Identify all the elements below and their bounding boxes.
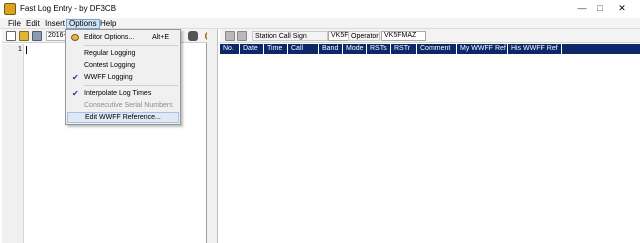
menu-item-interpolate-log-times[interactable]: ✔ Interpolate Log Times <box>67 88 179 99</box>
editor-options-icon <box>71 34 79 41</box>
column-header-call[interactable]: Call <box>288 44 319 54</box>
close-button[interactable]: ✕ <box>611 2 633 14</box>
menu-item-editor-options[interactable]: Editor Options... Alt+E <box>67 32 179 43</box>
app-icon <box>4 3 16 15</box>
log-table-header: No. Date Time Call Band Mode RSTs RSTr C… <box>220 44 640 54</box>
options-dropdown-menu: Editor Options... Alt+E Regular Logging … <box>65 29 181 125</box>
line-number: 1 <box>18 46 22 53</box>
check-icon: ✔ <box>72 73 79 82</box>
interpolate-log-times-label: Interpolate Log Times <box>84 90 152 97</box>
menu-insert[interactable]: Insert <box>43 19 67 29</box>
column-header-rstr[interactable]: RSTr <box>391 44 417 54</box>
station-call-sign-label: Station Call Sign <box>252 31 328 41</box>
regular-logging-label: Regular Logging <box>84 50 136 57</box>
operator-input[interactable]: VK5FMAZ <box>381 31 426 41</box>
column-header-time[interactable]: Time <box>264 44 288 54</box>
column-header-his-wwff-ref[interactable]: His WWFF Ref <box>508 44 562 54</box>
menu-item-edit-wwff-reference[interactable]: Edit WWFF Reference... <box>67 112 179 123</box>
text-cursor <box>26 46 27 54</box>
wwff-logging-label: WWFF Logging <box>84 74 133 81</box>
column-header-date[interactable]: Date <box>240 44 264 54</box>
editor-options-label: Editor Options... <box>84 34 135 41</box>
new-file-icon[interactable] <box>6 31 16 41</box>
column-header-mode[interactable]: Mode <box>343 44 367 54</box>
column-header-band[interactable]: Band <box>319 44 343 54</box>
menu-item-wwff-logging[interactable]: ✔ WWFF Logging <box>67 72 179 83</box>
contest-logging-label: Contest Logging <box>84 62 135 69</box>
menu-bar: File Edit Insert Options Help <box>0 18 640 29</box>
binoculars-icon[interactable] <box>188 31 198 41</box>
log-pane: Station Call Sign VK5FMAZ Operator VK5FM… <box>220 29 640 243</box>
window-title: Fast Log Entry - by DF3CB <box>20 4 117 13</box>
column-header-rsts[interactable]: RSTs <box>367 44 391 54</box>
check-icon: ✔ <box>72 89 79 98</box>
save-log-icon[interactable] <box>237 31 247 41</box>
consecutive-serial-numbers-label: Consecutive Serial Numbers <box>84 102 173 109</box>
menu-edit[interactable]: Edit <box>24 19 42 29</box>
menu-help[interactable]: Help <box>98 19 118 29</box>
log-toolbar: Station Call Sign VK5FMAZ Operator VK5FM… <box>220 29 640 43</box>
menu-item-contest-logging[interactable]: Contest Logging <box>67 60 179 71</box>
menu-item-consecutive-serial-numbers: Consecutive Serial Numbers <box>67 100 179 111</box>
save-icon[interactable] <box>32 31 42 41</box>
line-number-gutter <box>2 44 24 243</box>
menu-file[interactable]: File <box>6 19 23 29</box>
title-bar: Fast Log Entry - by DF3CB — □ ✕ <box>0 0 640 18</box>
edit-wwff-reference-label: Edit WWFF Reference... <box>85 114 161 121</box>
operator-label: Operator <box>348 31 380 41</box>
pane-splitter[interactable] <box>207 29 218 243</box>
menu-separator <box>84 85 178 86</box>
column-header-no[interactable]: No. <box>220 44 240 54</box>
menu-options[interactable]: Options <box>66 19 100 29</box>
column-header-my-wwff-ref[interactable]: My WWFF Ref <box>457 44 508 54</box>
editor-options-shortcut: Alt+E <box>152 34 169 41</box>
open-log-icon[interactable] <box>225 31 235 41</box>
maximize-button[interactable]: □ <box>593 2 607 14</box>
open-folder-icon[interactable] <box>19 31 29 41</box>
menu-item-regular-logging[interactable]: Regular Logging <box>67 48 179 59</box>
column-header-comment[interactable]: Comment <box>417 44 457 54</box>
menu-separator <box>84 45 178 46</box>
minimize-button[interactable]: — <box>575 2 589 14</box>
